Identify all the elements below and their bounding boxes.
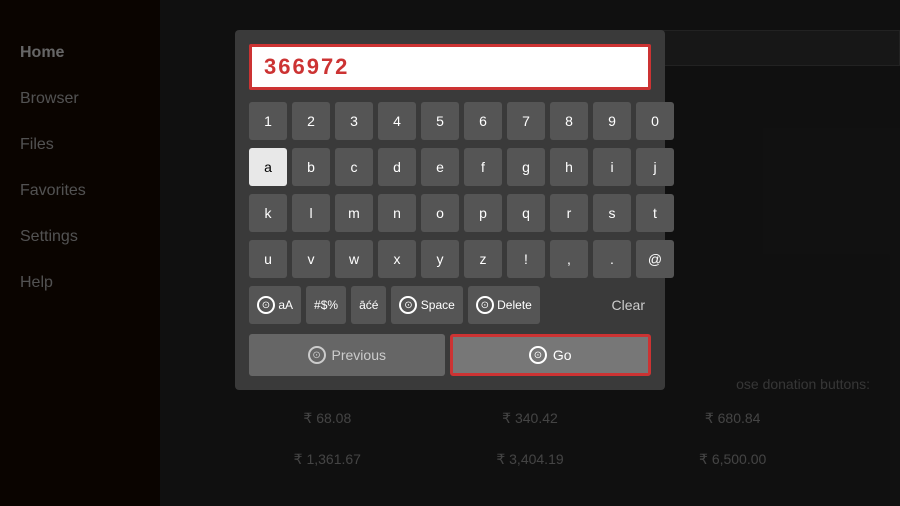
- key-q[interactable]: q: [507, 194, 545, 232]
- space-icon: ⊙: [399, 296, 417, 314]
- special-keys-row: ⊙ aA #$% āćé ⊙ Space ⊙ Delete Clear: [249, 286, 651, 324]
- delete-icon: ⊙: [476, 296, 494, 314]
- key-exclaim[interactable]: !: [507, 240, 545, 278]
- previous-icon: ⊙: [308, 346, 326, 364]
- space-button[interactable]: ⊙ Space: [391, 286, 462, 324]
- nav-row: ⊙ Previous ⊙ Go: [249, 334, 651, 376]
- symbols-button[interactable]: #$%: [306, 286, 346, 324]
- key-f[interactable]: f: [464, 148, 502, 186]
- case-toggle-button[interactable]: ⊙ aA: [249, 286, 301, 324]
- delete-button[interactable]: ⊙ Delete: [468, 286, 540, 324]
- key-c[interactable]: c: [335, 148, 373, 186]
- number-row: 1 2 3 4 5 6 7 8 9 0: [249, 102, 651, 140]
- key-8[interactable]: 8: [550, 102, 588, 140]
- key-w[interactable]: w: [335, 240, 373, 278]
- key-u[interactable]: u: [249, 240, 287, 278]
- key-p[interactable]: p: [464, 194, 502, 232]
- keyboard-input-value: 366972: [264, 54, 349, 80]
- key-d[interactable]: d: [378, 148, 416, 186]
- key-comma[interactable]: ,: [550, 240, 588, 278]
- key-k[interactable]: k: [249, 194, 287, 232]
- key-g[interactable]: g: [507, 148, 545, 186]
- key-o[interactable]: o: [421, 194, 459, 232]
- case-toggle-icon: ⊙: [257, 296, 275, 314]
- accents-button[interactable]: āćé: [351, 286, 386, 324]
- keyboard-input-display: 366972: [249, 44, 651, 90]
- key-m[interactable]: m: [335, 194, 373, 232]
- key-y[interactable]: y: [421, 240, 459, 278]
- key-e[interactable]: e: [421, 148, 459, 186]
- go-icon: ⊙: [529, 346, 547, 364]
- row-u-at: u v w x y z ! , . @: [249, 240, 651, 278]
- key-l[interactable]: l: [292, 194, 330, 232]
- clear-button[interactable]: Clear: [606, 286, 651, 324]
- key-a[interactable]: a: [249, 148, 287, 186]
- key-period[interactable]: .: [593, 240, 631, 278]
- key-2[interactable]: 2: [292, 102, 330, 140]
- key-i[interactable]: i: [593, 148, 631, 186]
- go-button[interactable]: ⊙ Go: [450, 334, 652, 376]
- key-9[interactable]: 9: [593, 102, 631, 140]
- key-3[interactable]: 3: [335, 102, 373, 140]
- key-1[interactable]: 1: [249, 102, 287, 140]
- key-z[interactable]: z: [464, 240, 502, 278]
- keyboard-modal: 366972 1 2 3 4 5 6 7 8 9 0 a b c d e f g…: [235, 30, 665, 390]
- key-j[interactable]: j: [636, 148, 674, 186]
- key-0[interactable]: 0: [636, 102, 674, 140]
- key-s[interactable]: s: [593, 194, 631, 232]
- row-k-t: k l m n o p q r s t: [249, 194, 651, 232]
- key-v[interactable]: v: [292, 240, 330, 278]
- key-at[interactable]: @: [636, 240, 674, 278]
- modal-overlay: 366972 1 2 3 4 5 6 7 8 9 0 a b c d e f g…: [0, 0, 900, 506]
- key-7[interactable]: 7: [507, 102, 545, 140]
- row-a-j: a b c d e f g h i j: [249, 148, 651, 186]
- previous-button[interactable]: ⊙ Previous: [249, 334, 445, 376]
- key-x[interactable]: x: [378, 240, 416, 278]
- key-r[interactable]: r: [550, 194, 588, 232]
- key-b[interactable]: b: [292, 148, 330, 186]
- key-4[interactable]: 4: [378, 102, 416, 140]
- key-6[interactable]: 6: [464, 102, 502, 140]
- key-5[interactable]: 5: [421, 102, 459, 140]
- key-h[interactable]: h: [550, 148, 588, 186]
- key-n[interactable]: n: [378, 194, 416, 232]
- key-t[interactable]: t: [636, 194, 674, 232]
